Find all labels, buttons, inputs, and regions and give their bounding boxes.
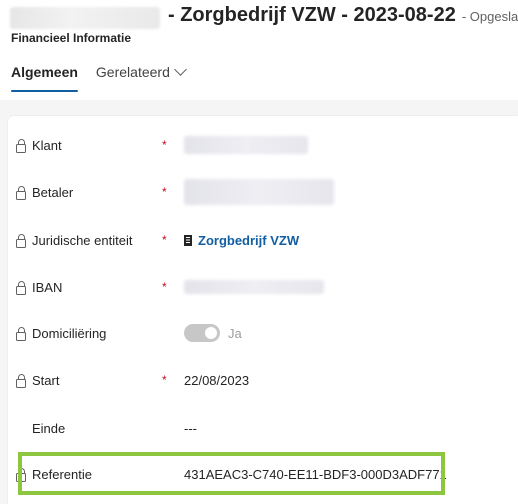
lock-icon <box>16 280 26 295</box>
einde-value[interactable]: --- <box>184 421 197 436</box>
tab-algemeen-label: Algemeen <box>11 64 78 80</box>
start-date-value[interactable]: 22/08/2023 <box>184 373 249 388</box>
referentie-highlight-box <box>18 452 445 495</box>
tab-gerelateerd-label: Gerelateerd <box>95 64 170 80</box>
required-marker: * <box>162 373 167 387</box>
field-label: Klant <box>32 137 62 153</box>
record-name-redacted <box>10 7 160 29</box>
required-marker: * <box>162 280 167 294</box>
title-row: - Zorgbedrijf VZW - 2023-08-22 - Opgesla… <box>10 4 518 32</box>
form-header: - Zorgbedrijf VZW - 2023-08-22 - Opgesla… <box>0 0 518 100</box>
tab-algemeen[interactable]: Algemeen <box>11 64 78 92</box>
lock-icon <box>16 185 26 200</box>
required-marker: * <box>162 138 167 152</box>
juridische-entiteit-link[interactable]: Zorgbedrijf VZW <box>184 233 299 248</box>
required-marker: * <box>162 233 167 247</box>
required-marker: * <box>162 185 167 199</box>
field-label: Domiciliëring <box>32 325 107 341</box>
lock-icon <box>16 233 26 248</box>
field-einde: Einde --- <box>16 408 506 448</box>
iban-value-redacted[interactable] <box>184 280 324 294</box>
field-label: Einde <box>32 420 66 436</box>
tab-list: Algemeen Gerelateerd <box>11 63 187 92</box>
field-domiciliering: Domiciliëring Ja <box>16 313 506 353</box>
field-label: Start <box>32 372 60 388</box>
chevron-down-icon <box>173 63 187 76</box>
field-iban: IBAN * <box>16 267 506 307</box>
field-label: IBAN <box>32 279 63 295</box>
lock-icon <box>16 373 26 388</box>
field-juridische-entiteit: Juridische entiteit * Zorgbedrijf VZW <box>16 220 506 260</box>
lock-icon <box>16 138 26 153</box>
lock-icon <box>16 326 26 341</box>
page-title: - Zorgbedrijf VZW - 2023-08-22 <box>168 4 456 26</box>
toggle-state-label: Ja <box>228 325 242 341</box>
building-icon <box>184 234 192 246</box>
klant-value-redacted[interactable] <box>184 136 308 154</box>
entity-subtitle: Financieel Informatie <box>11 31 132 45</box>
betaler-value-redacted[interactable] <box>184 179 334 205</box>
field-betaler: Betaler * <box>16 172 506 212</box>
domiciliering-toggle[interactable] <box>184 324 220 342</box>
field-label: Betaler <box>32 184 74 200</box>
field-klant: Klant * <box>16 125 506 165</box>
tab-gerelateerd[interactable]: Gerelateerd <box>95 63 187 90</box>
juridische-entiteit-value: Zorgbedrijf VZW <box>198 232 300 248</box>
field-start: Start * 22/08/2023 <box>16 360 506 400</box>
save-status: - Opgeslagen <box>461 9 518 24</box>
field-label: Juridische entiteit <box>32 232 133 248</box>
